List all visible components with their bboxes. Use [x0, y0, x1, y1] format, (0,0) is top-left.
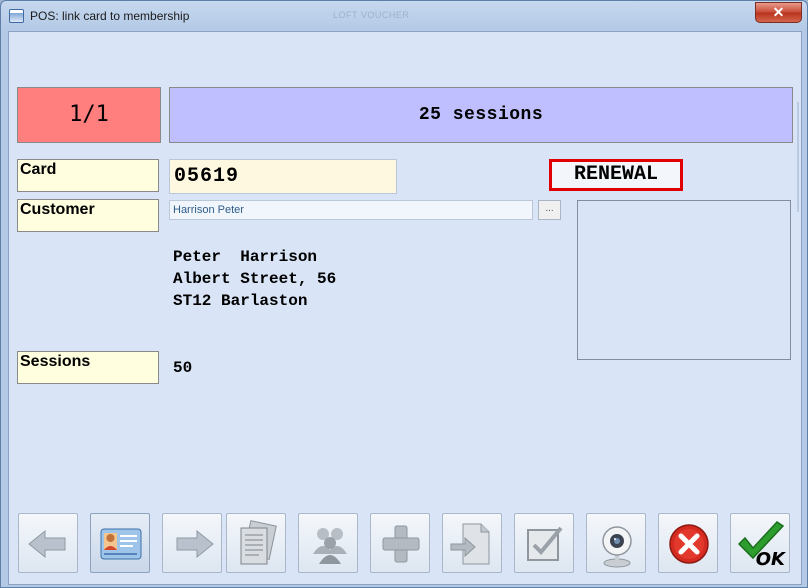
title-bar[interactable]: POS: link card to membership LOFT VOUCHE…	[1, 1, 807, 31]
customer-card-button[interactable]	[90, 513, 150, 573]
cancel-icon	[669, 524, 709, 564]
people-group-icon	[313, 528, 347, 564]
background-caption: LOFT VOUCHER	[333, 10, 410, 20]
scrollbar-edge	[797, 102, 799, 212]
ok-button[interactable]: OK	[730, 513, 790, 573]
address-line-street: Albert Street, 56	[173, 270, 337, 288]
webcam-button[interactable]	[586, 513, 646, 573]
window-close-button[interactable]: ✕	[755, 2, 802, 23]
arrow-left-icon	[28, 529, 66, 559]
record-counter: 1/1	[17, 87, 161, 143]
cancel-button[interactable]	[658, 513, 718, 573]
plus-icon	[382, 525, 420, 563]
card-label: Card	[17, 159, 159, 192]
sessions-label: Sessions	[17, 351, 159, 384]
ok-label: OK	[755, 549, 785, 570]
address-line-name: Peter Harrison	[173, 248, 318, 266]
customer-photo	[577, 200, 791, 360]
sessions-value: 50	[173, 359, 193, 377]
checklist-button[interactable]	[514, 513, 574, 573]
customer-field[interactable]: Harrison Peter	[169, 200, 533, 220]
window-title: POS: link card to membership	[30, 9, 190, 23]
browse-customer-button[interactable]: ...	[538, 200, 561, 220]
id-card-icon	[100, 528, 142, 560]
webcam-icon	[602, 526, 632, 568]
window-icon	[9, 9, 24, 23]
checkbox-icon	[527, 526, 563, 561]
next-button[interactable]	[162, 513, 222, 573]
group-button[interactable]	[298, 513, 358, 573]
renewal-badge: RENEWAL	[549, 159, 683, 191]
export-button[interactable]	[442, 513, 502, 573]
dialog-body: 1/1 25 sessions Card 05619 RENEWAL Custo…	[8, 31, 802, 585]
customer-label: Customer	[17, 199, 159, 232]
documents-icon	[240, 520, 277, 565]
add-button[interactable]	[370, 513, 430, 573]
card-number-field[interactable]: 05619	[169, 159, 397, 194]
product-title: 25 sessions	[169, 87, 793, 143]
documents-button[interactable]	[226, 513, 286, 573]
previous-button[interactable]	[18, 513, 78, 573]
app-window: POS: link card to membership LOFT VOUCHE…	[0, 0, 808, 588]
address-line-city: ST12 Barlaston	[173, 292, 308, 310]
document-arrow-icon	[450, 523, 490, 565]
arrow-right-icon	[176, 529, 214, 559]
